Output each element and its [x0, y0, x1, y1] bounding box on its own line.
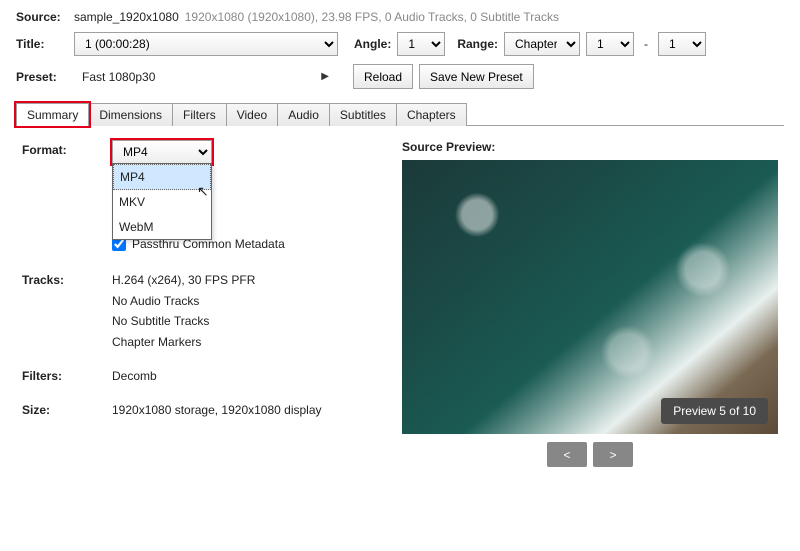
filters-value: Decomb [112, 366, 382, 386]
save-preset-button[interactable]: Save New Preset [419, 64, 534, 89]
preset-value: Fast 1080p30 [82, 70, 155, 84]
tracks-label: Tracks: [22, 270, 112, 287]
title-label: Title: [16, 37, 68, 51]
format-dropdown: MP4 MKV WebM ↖ [112, 163, 212, 240]
format-select[interactable]: MP4 [112, 140, 212, 164]
format-option-webm[interactable]: WebM [113, 215, 211, 239]
preset-label: Preset: [16, 70, 68, 84]
tab-summary[interactable]: Summary [16, 103, 89, 126]
tab-subtitles[interactable]: Subtitles [329, 103, 397, 126]
preview-badge: Preview 5 of 10 [661, 398, 768, 424]
source-label: Source: [16, 10, 68, 24]
chevron-right-icon: ▶ [321, 71, 329, 82]
tab-chapters[interactable]: Chapters [396, 103, 467, 126]
title-select[interactable]: 1 (00:00:28) [74, 32, 338, 56]
format-option-mkv[interactable]: MKV [113, 190, 211, 214]
range-type-select[interactable]: Chapters [504, 32, 580, 56]
preview-next-button[interactable]: > [593, 442, 633, 467]
tab-audio[interactable]: Audio [277, 103, 330, 126]
source-meta: 1920x1080 (1920x1080), 23.98 FPS, 0 Audi… [185, 10, 559, 24]
tab-filters[interactable]: Filters [172, 103, 227, 126]
size-value: 1920x1080 storage, 1920x1080 display [112, 400, 382, 420]
reload-button[interactable]: Reload [353, 64, 413, 89]
tracks-audio: No Audio Tracks [112, 291, 382, 311]
tracks-chapter: Chapter Markers [112, 332, 382, 352]
range-from-select[interactable]: 1 [586, 32, 634, 56]
range-label: Range: [457, 37, 498, 51]
size-label: Size: [22, 400, 112, 417]
angle-label: Angle: [354, 37, 391, 51]
source-name: sample_1920x1080 [74, 10, 179, 24]
preview-image: Preview 5 of 10 [402, 160, 778, 434]
filters-label: Filters: [22, 366, 112, 383]
range-to-select[interactable]: 1 [658, 32, 706, 56]
tab-video[interactable]: Video [226, 103, 278, 126]
format-option-mp4[interactable]: MP4 [113, 164, 211, 190]
range-dash: - [640, 37, 652, 51]
tracks-subtitle: No Subtitle Tracks [112, 311, 382, 331]
preview-prev-button[interactable]: < [547, 442, 587, 467]
tab-dimensions[interactable]: Dimensions [88, 103, 173, 126]
angle-select[interactable]: 1 [397, 32, 445, 56]
preview-label: Source Preview: [402, 140, 778, 154]
preset-select[interactable]: Fast 1080p30 ▶ [74, 67, 337, 87]
tracks-video: H.264 (x264), 30 FPS PFR [112, 270, 382, 290]
format-label: Format: [22, 140, 112, 157]
